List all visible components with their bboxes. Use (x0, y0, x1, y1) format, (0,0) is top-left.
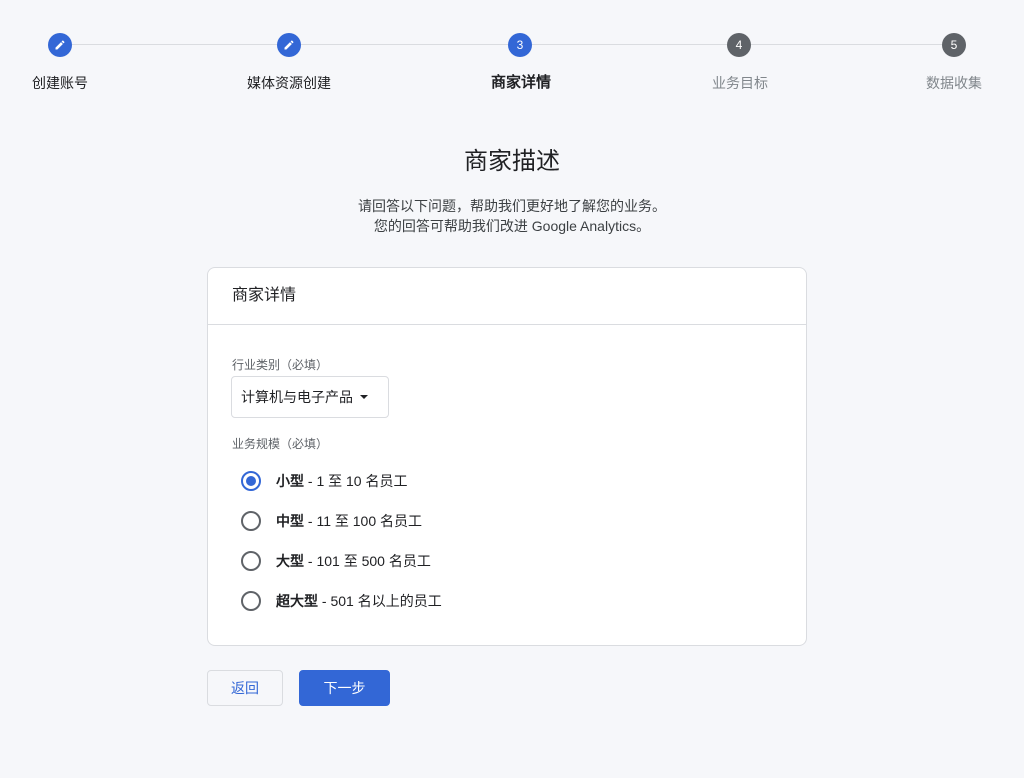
industry-select[interactable]: 计算机与电子产品 (231, 376, 389, 418)
industry-selected-value: 计算机与电子产品 (241, 389, 353, 405)
size-name: 超大型 (276, 593, 318, 609)
step-5-indicator: 5 (942, 33, 966, 57)
edit-pencil-icon (284, 40, 294, 50)
step-3-label: 商家详情 (490, 74, 551, 91)
step-4-indicator: 4 (727, 33, 751, 57)
step-1-indicator (48, 33, 72, 57)
step-1-label: 创建账号 (32, 75, 88, 91)
size-option-medium[interactable]: 中型 - 11 至 100 名员工 (241, 509, 641, 533)
step-4-label: 业务目标 (712, 75, 768, 91)
size-name: 大型 (276, 553, 304, 569)
size-option-enterprise[interactable]: 超大型 - 501 名以上的员工 (241, 589, 641, 613)
description-line-2: 您的回答可帮助我们改进 Google Analytics。 (373, 218, 651, 234)
radio-button[interactable] (241, 551, 261, 571)
step-connector (532, 44, 727, 45)
step-3-indicator: 3 (508, 33, 532, 57)
dropdown-arrow-icon (360, 395, 368, 399)
step-connector (751, 44, 942, 45)
page-description: 请回答以下问题，帮助我们更好地了解您的业务。 您的回答可帮助我们改进 Googl… (0, 196, 1024, 236)
size-option-small[interactable]: 小型 - 1 至 10 名员工 (241, 469, 641, 493)
size-detail: - 1 至 10 名员工 (304, 473, 408, 489)
back-button[interactable]: 返回 (207, 670, 283, 706)
next-button[interactable]: 下一步 (299, 670, 390, 706)
business-size-label: 业务规模（必填） (232, 437, 329, 451)
size-option-label: 中型 - 11 至 100 名员工 (276, 509, 422, 533)
description-line-1: 请回答以下问题，帮助我们更好地了解您的业务。 (358, 198, 666, 214)
step-connector (301, 44, 508, 45)
size-name: 小型 (276, 473, 304, 489)
step-5-label: 数据收集 (926, 75, 982, 91)
radio-button[interactable] (241, 511, 261, 531)
edit-pencil-icon (55, 40, 65, 50)
radio-button[interactable] (241, 591, 261, 611)
size-option-label: 小型 - 1 至 10 名员工 (276, 469, 407, 493)
business-details-card: 商家详情 行业类别（必填） 计算机与电子产品 业务规模（必填） 小型 - 1 至… (207, 267, 807, 646)
card-title: 商家详情 (208, 268, 806, 325)
page-title: 商家描述 (464, 148, 560, 175)
radio-button-checked[interactable] (241, 471, 261, 491)
size-option-large[interactable]: 大型 - 101 至 500 名员工 (241, 549, 641, 573)
progress-stepper: 3 4 5 创建账号 媒体资源创建 商家详情 业务目标 数据收集 (0, 0, 1024, 110)
size-option-label: 大型 - 101 至 500 名员工 (276, 549, 431, 573)
step-connector (72, 44, 277, 45)
size-option-label: 超大型 - 501 名以上的员工 (276, 589, 442, 613)
size-detail: - 11 至 100 名员工 (304, 513, 423, 529)
step-2-indicator (277, 33, 301, 57)
industry-label: 行业类别（必填） (232, 358, 329, 372)
size-detail: - 101 至 500 名员工 (304, 553, 431, 569)
size-name: 中型 (276, 513, 304, 529)
step-2-label: 媒体资源创建 (247, 75, 331, 91)
size-detail: - 501 名以上的员工 (318, 593, 442, 609)
